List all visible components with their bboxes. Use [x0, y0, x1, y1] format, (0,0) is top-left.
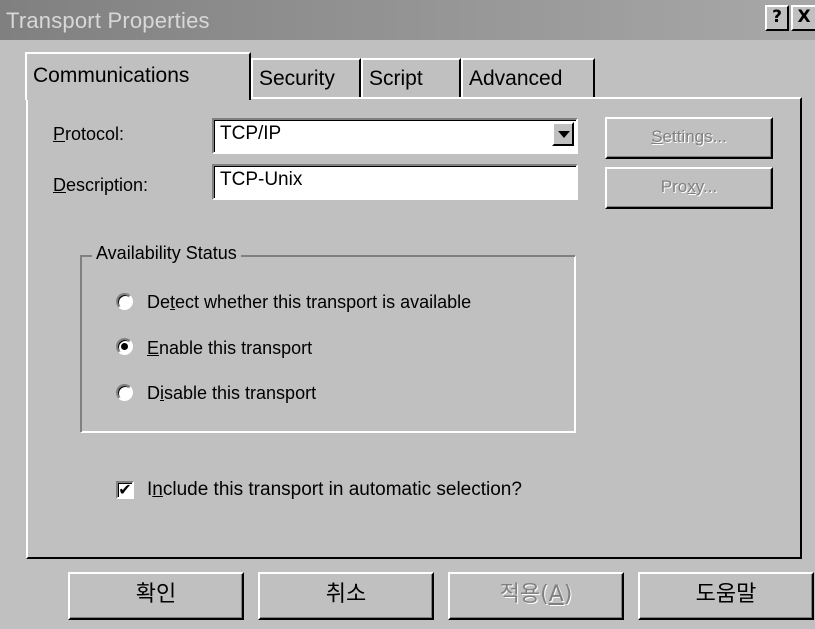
- window-title: Transport Properties: [6, 8, 210, 33]
- tab-communications[interactable]: Communications: [25, 52, 251, 100]
- apply-button[interactable]: 적용(A): [448, 572, 624, 620]
- protocol-value: TCP/IP: [220, 123, 282, 144]
- proxy-button[interactable]: Proxy...: [605, 167, 773, 209]
- description-value: TCP-Unix: [220, 169, 303, 190]
- description-field[interactable]: TCP-Unix: [212, 164, 578, 200]
- description-label: Description:: [53, 175, 149, 195]
- protocol-label: Protocol:: [53, 124, 125, 144]
- disable-transport-label[interactable]: Disable this transport: [147, 383, 316, 404]
- tab-script[interactable]: Script: [361, 58, 461, 98]
- enable-transport-label[interactable]: Enable this transport: [147, 338, 312, 359]
- tab-communications-label: Communications: [33, 64, 190, 87]
- tab-security-label: Security: [259, 67, 335, 90]
- protocol-combobox[interactable]: TCP/IP: [212, 118, 578, 154]
- close-icon[interactable]: X: [791, 5, 815, 31]
- tab-advanced-label: Advanced: [469, 67, 563, 90]
- help-icon[interactable]: ?: [765, 5, 789, 31]
- chevron-down-icon[interactable]: [552, 122, 574, 146]
- detect-availability-radio[interactable]: [116, 293, 133, 310]
- tab-advanced[interactable]: Advanced: [461, 58, 595, 98]
- ok-button[interactable]: 확인: [68, 572, 244, 620]
- enable-transport-radio[interactable]: [116, 338, 133, 355]
- title-bar[interactable]: Transport Properties ? X: [0, 0, 815, 40]
- include-auto-checkbox[interactable]: ✔: [116, 481, 134, 499]
- detect-availability-label[interactable]: Detect whether this transport is availab…: [147, 292, 471, 313]
- help-button[interactable]: 도움말: [638, 572, 814, 620]
- transport-properties-dialog: Transport Properties ? X Communications …: [0, 0, 815, 629]
- settings-button[interactable]: Settings...: [605, 117, 773, 159]
- disable-transport-radio[interactable]: [116, 384, 133, 401]
- cancel-button[interactable]: 취소: [258, 572, 434, 620]
- availability-status-title: Availability Status: [92, 243, 241, 264]
- tab-script-label: Script: [369, 67, 423, 90]
- tab-security[interactable]: Security: [251, 58, 361, 98]
- include-auto-label[interactable]: Include this transport in automatic sele…: [147, 479, 522, 501]
